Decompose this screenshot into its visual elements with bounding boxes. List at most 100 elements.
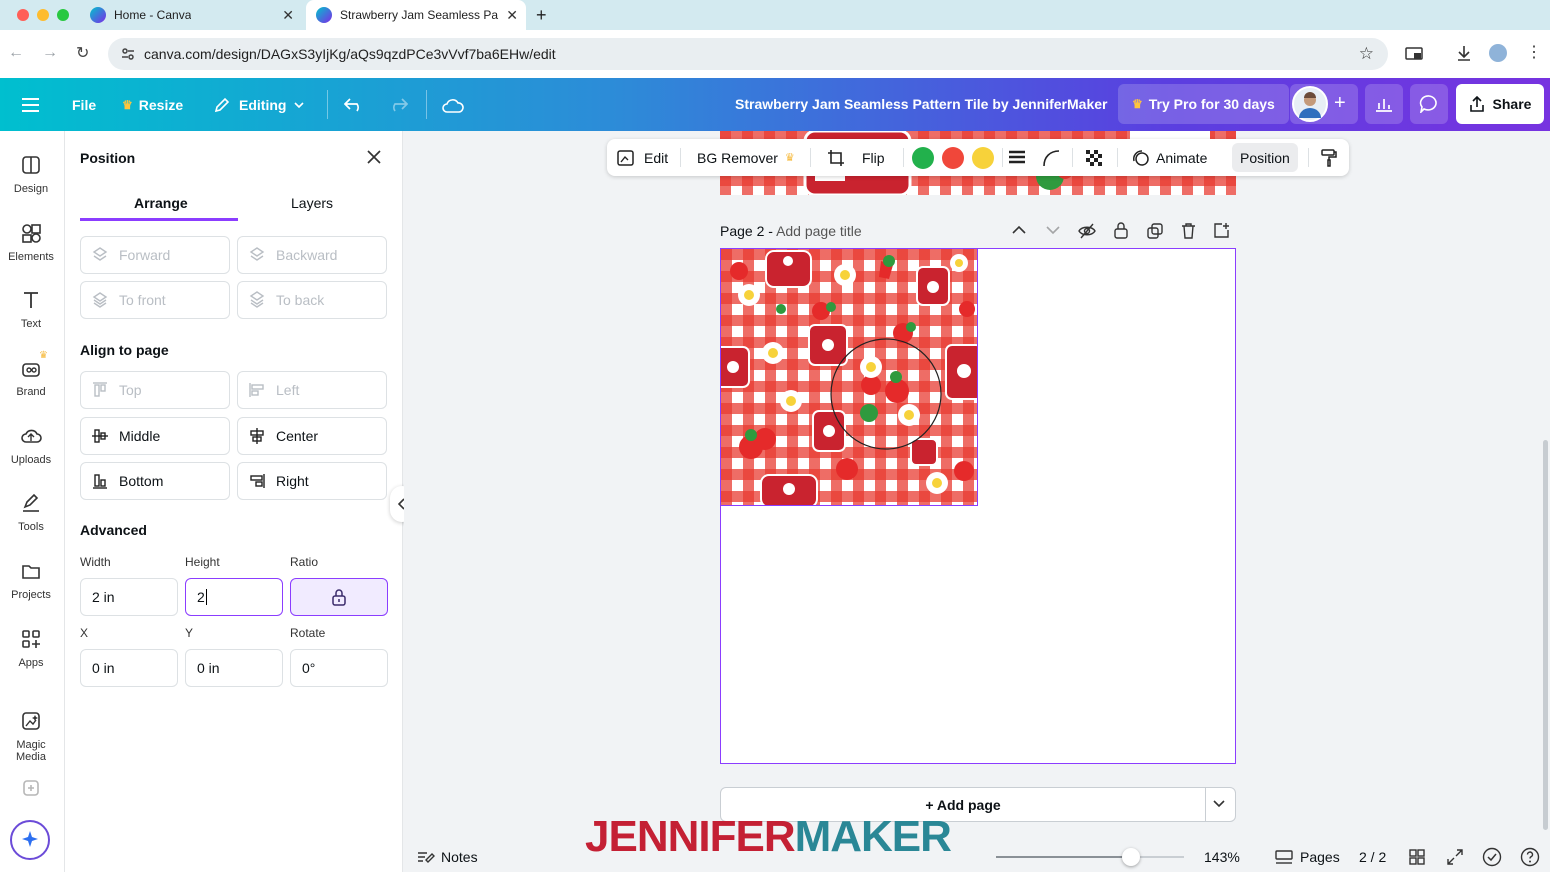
sidebar-item-elements[interactable]: Elements — [0, 221, 62, 263]
lock-page-icon[interactable] — [1114, 222, 1128, 239]
back-icon[interactable]: ← — [8, 44, 24, 62]
sidebar-item-design[interactable]: Design — [0, 153, 62, 195]
x-field[interactable]: 0 in — [80, 649, 178, 687]
comments-button[interactable] — [1410, 84, 1448, 124]
sidebar-item-uploads[interactable]: Uploads — [0, 424, 62, 466]
transparency-button[interactable] — [1085, 139, 1103, 176]
insights-button[interactable] — [1365, 84, 1403, 124]
minimize-window-dot[interactable] — [37, 9, 49, 21]
divider — [810, 148, 811, 167]
document-title[interactable]: Strawberry Jam Seamless Pattern Tile by … — [735, 96, 1107, 112]
editing-mode-button[interactable]: Editing — [213, 78, 305, 131]
main-menu-button[interactable] — [22, 78, 39, 131]
browser-menu-icon[interactable]: ⋮ — [1526, 42, 1542, 62]
forward-icon[interactable]: → — [42, 44, 58, 62]
corner-rounding-button[interactable] — [1042, 139, 1060, 176]
avatar[interactable] — [1292, 86, 1328, 122]
align-middle-button[interactable]: Middle — [80, 417, 230, 455]
border-style-button[interactable] — [1008, 139, 1026, 176]
move-page-up-icon[interactable] — [1012, 225, 1026, 235]
zoom-level[interactable]: 143% — [1204, 849, 1240, 865]
align-bottom-button[interactable]: Bottom — [80, 462, 230, 500]
share-button[interactable]: Share — [1456, 84, 1544, 124]
delete-page-icon[interactable] — [1181, 222, 1196, 239]
vertical-scrollbar[interactable] — [1543, 440, 1548, 830]
align-left-button[interactable]: Left — [237, 371, 387, 409]
browser-tab-design[interactable]: Strawberry Jam Seamless Pa ✕ — [306, 0, 526, 30]
new-tab-button[interactable]: + — [536, 0, 547, 30]
cast-icon[interactable] — [1405, 46, 1423, 62]
sidebar-item-tools[interactable]: Tools — [0, 491, 62, 533]
sidebar-item-text[interactable]: Text — [0, 288, 62, 330]
color-swatch-green[interactable] — [912, 147, 934, 169]
rotate-field[interactable]: 0° — [290, 649, 388, 687]
url-field[interactable]: canva.com/design/DAGxS3yIjKg/aQs9qzdPCe3… — [108, 38, 1388, 70]
zoom-slider-thumb[interactable] — [1122, 848, 1141, 866]
maximize-window-dot[interactable] — [57, 9, 69, 21]
profile-avatar[interactable] — [1489, 44, 1507, 62]
to-front-button[interactable]: To front — [80, 281, 230, 319]
undo-button[interactable] — [344, 78, 364, 131]
align-center-button[interactable]: Center — [237, 417, 387, 455]
crop-button[interactable] — [827, 139, 845, 176]
move-page-down-icon[interactable] — [1046, 225, 1060, 235]
hide-page-icon[interactable] — [1078, 223, 1096, 239]
browser-tab-home[interactable]: Home - Canva ✕ — [80, 0, 302, 30]
close-tab-icon[interactable]: ✕ — [506, 7, 518, 24]
zoom-slider[interactable] — [996, 848, 1184, 866]
notes-button[interactable]: Notes — [417, 849, 478, 865]
forward-button[interactable]: Forward — [80, 236, 230, 274]
resize-button[interactable]: ♛ Resize — [122, 78, 183, 131]
add-collaborator-icon[interactable]: + — [1334, 92, 1346, 114]
backward-button[interactable]: Backward — [237, 236, 387, 274]
sidebar-item-projects[interactable]: Projects — [0, 559, 62, 601]
align-top-button[interactable]: Top — [80, 371, 230, 409]
page-title-placeholder[interactable]: Add page title — [776, 223, 862, 239]
try-pro-button[interactable]: ♛ Try Pro for 30 days — [1118, 84, 1289, 124]
grid-view-icon[interactable] — [1409, 849, 1425, 865]
file-menu-button[interactable]: File — [72, 78, 96, 131]
redo-button[interactable] — [388, 78, 408, 131]
magic-assistant-button[interactable] — [10, 820, 50, 860]
fullscreen-icon[interactable] — [1447, 849, 1463, 865]
bookmark-star-icon[interactable]: ☆ — [1359, 44, 1374, 64]
sidebar-item-magic-media[interactable]: Magic Media — [0, 709, 62, 763]
add-page-icon[interactable] — [1214, 222, 1230, 238]
animate-icon — [1133, 149, 1149, 166]
to-back-button[interactable]: To back — [237, 281, 387, 319]
edit-image-button[interactable]: Edit — [617, 139, 668, 176]
upload-cloud-icon — [19, 424, 43, 448]
download-icon[interactable] — [1456, 44, 1472, 62]
y-field[interactable]: 0 in — [185, 649, 283, 687]
align-right-button[interactable]: Right — [237, 462, 387, 500]
ratio-lock-button[interactable] — [290, 578, 388, 616]
sidebar-item-apps[interactable]: Apps — [0, 627, 62, 669]
site-settings-icon[interactable] — [120, 46, 136, 62]
tab-layers[interactable]: Layers — [291, 195, 333, 211]
close-tab-icon[interactable]: ✕ — [282, 7, 294, 24]
check-icon[interactable] — [1482, 847, 1502, 867]
duplicate-page-icon[interactable] — [1147, 223, 1163, 239]
strawberry-pattern-image[interactable] — [720, 248, 978, 506]
close-panel-icon[interactable] — [367, 150, 381, 164]
more-apps-icon[interactable] — [19, 776, 43, 800]
position-button[interactable]: Position — [1232, 143, 1298, 172]
page-title-row[interactable]: Page 2 - Add page title — [720, 223, 862, 239]
height-field[interactable]: 2 — [185, 578, 283, 616]
color-swatch-red[interactable] — [942, 147, 964, 169]
help-icon[interactable] — [1520, 847, 1540, 867]
border-style-icon — [1009, 150, 1025, 163]
flip-button[interactable]: Flip — [862, 139, 885, 176]
tab-arrange[interactable]: Arrange — [134, 195, 188, 211]
cloud-save-icon[interactable] — [442, 78, 464, 131]
pages-button[interactable]: Pages — [1275, 849, 1340, 865]
copy-style-button[interactable] — [1320, 139, 1338, 176]
reload-icon[interactable]: ↻ — [76, 43, 89, 63]
width-field[interactable]: 2 in — [80, 578, 178, 616]
close-window-dot[interactable] — [17, 9, 29, 21]
color-swatch-yellow[interactable] — [972, 147, 994, 169]
bg-remover-button[interactable]: BG Remover ♛ — [697, 139, 795, 176]
chevron-down-icon[interactable] — [1213, 800, 1225, 808]
sidebar-item-brand[interactable]: ♛ Brand — [0, 350, 62, 398]
animate-button[interactable]: Animate — [1132, 139, 1207, 176]
